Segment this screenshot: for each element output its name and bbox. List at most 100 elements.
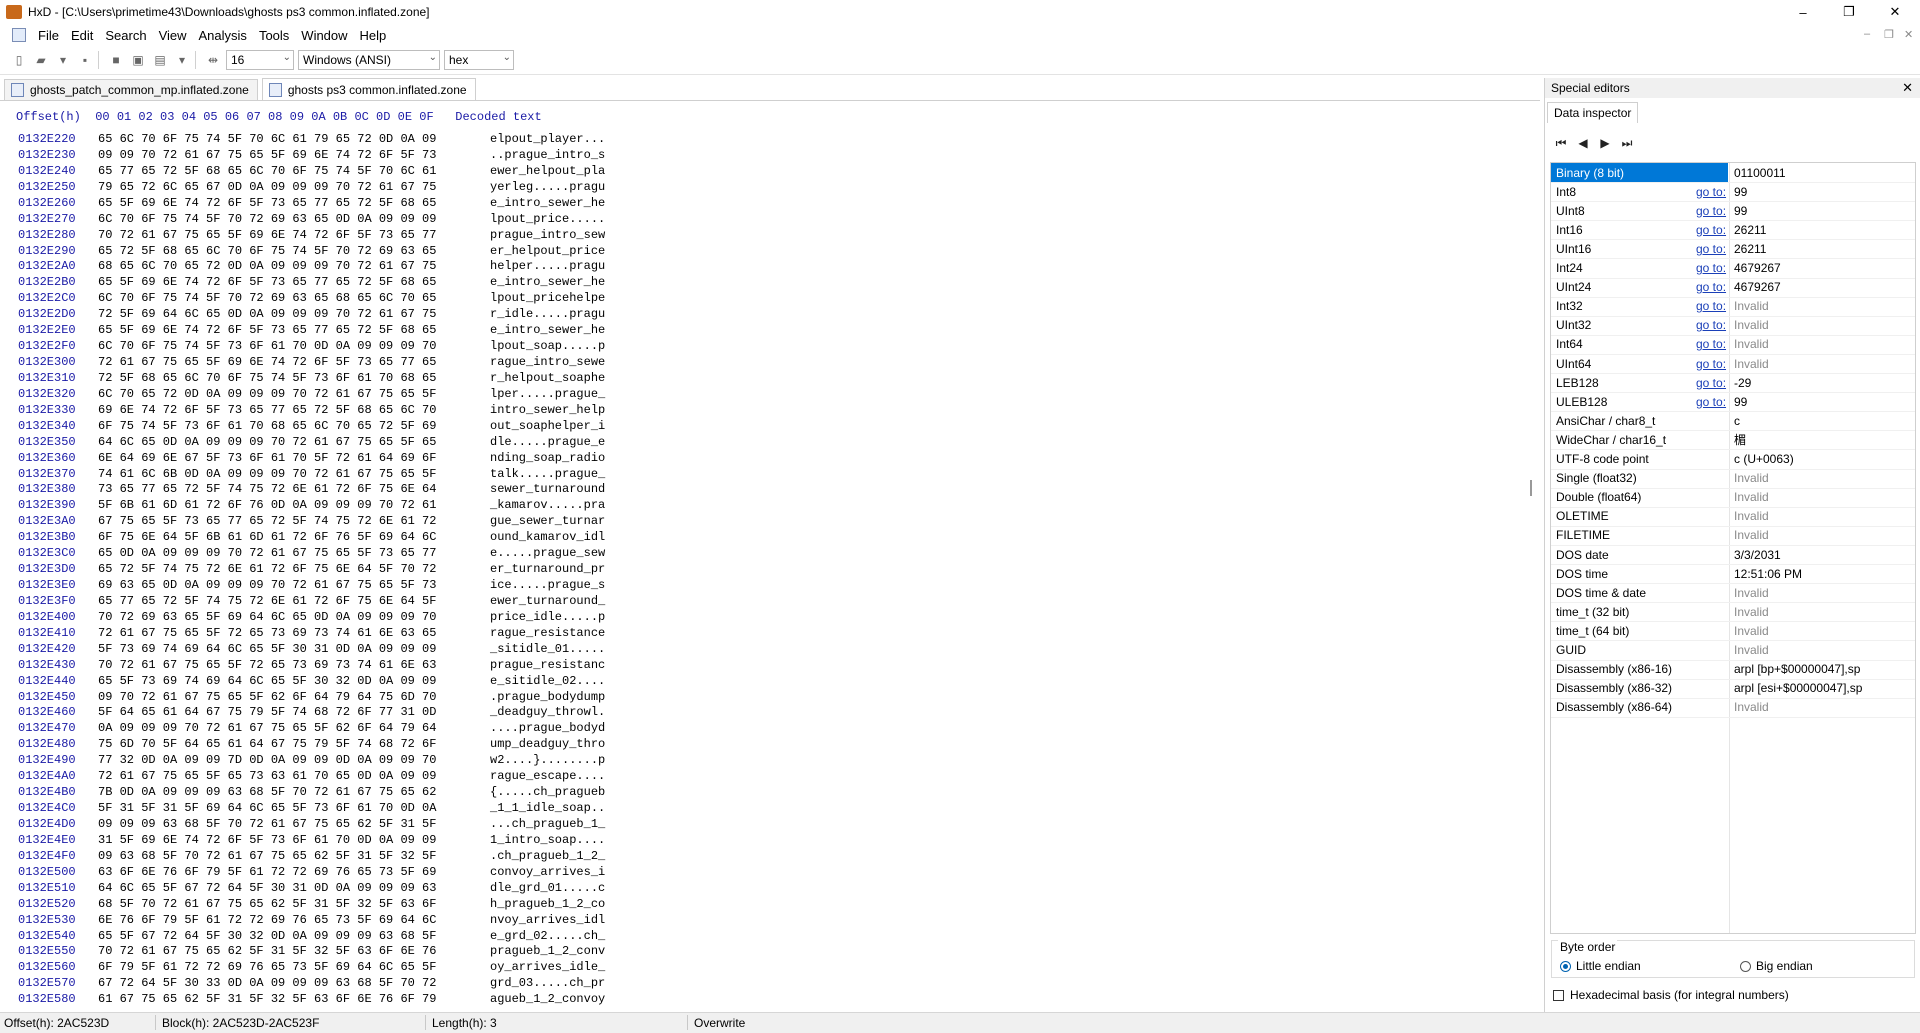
row-bytes[interactable]: 09 70 72 61 67 75 65 5F 62 6F 64 79 64 7…: [98, 690, 436, 704]
document-icon[interactable]: [12, 28, 26, 42]
inspector-row[interactable]: AnsiChar / char8_t c: [1551, 411, 1915, 432]
inspector-value[interactable]: c (U+0063): [1734, 452, 1794, 466]
mdi-minimize-icon[interactable]: –: [1864, 28, 1870, 40]
menu-help[interactable]: Help: [354, 28, 393, 43]
goto-link[interactable]: go to:: [1696, 280, 1726, 294]
menu-window[interactable]: Window: [295, 28, 353, 43]
row-bytes[interactable]: 70 72 61 67 75 65 5F 72 65 73 69 73 74 6…: [98, 658, 436, 672]
menu-edit[interactable]: Edit: [65, 28, 99, 43]
row-decoded-text[interactable]: lpout_pricehelpe: [490, 291, 605, 305]
row-decoded-text[interactable]: nding_soap_radio: [490, 451, 605, 465]
row-bytes[interactable]: 09 63 68 5F 70 72 61 67 75 65 62 5F 31 5…: [98, 849, 436, 863]
row-bytes[interactable]: 75 6D 70 5F 64 65 61 64 67 75 79 5F 74 6…: [98, 737, 436, 751]
row-decoded-text[interactable]: 1_intro_soap....: [490, 833, 605, 847]
row-decoded-text[interactable]: _sitidle_01.....: [490, 642, 605, 656]
goto-link[interactable]: go to:: [1696, 376, 1726, 390]
inspector-row[interactable]: DOS time 12:51:06 PM: [1551, 564, 1915, 585]
panel-close-icon[interactable]: ✕: [1902, 80, 1913, 96]
row-bytes[interactable]: 6C 70 65 72 0D 0A 09 09 09 70 72 61 67 7…: [98, 387, 436, 401]
inspector-row[interactable]: Binary (8 bit) 01100011: [1551, 163, 1915, 183]
mdi-restore-icon[interactable]: ❐: [1884, 28, 1894, 41]
open-file-icon[interactable]: ▰: [32, 51, 50, 69]
row-decoded-text[interactable]: rague_resistance: [490, 626, 605, 640]
inspector-value[interactable]: 楣: [1734, 431, 1746, 448]
row-bytes[interactable]: 65 6C 70 6F 75 74 5F 70 6C 61 79 65 72 0…: [98, 132, 436, 146]
row-bytes[interactable]: 72 61 67 75 65 5F 69 6E 74 72 6F 5F 73 6…: [98, 355, 436, 369]
inspector-row[interactable]: FILETIME Invalid: [1551, 526, 1915, 546]
inspector-value[interactable]: Invalid: [1734, 605, 1769, 619]
row-bytes[interactable]: 65 72 5F 68 65 6C 70 6F 75 74 5F 70 72 6…: [98, 244, 436, 258]
row-decoded-text[interactable]: gue_sewer_turnar: [490, 514, 605, 528]
row-bytes[interactable]: 5F 31 5F 31 5F 69 64 6C 65 5F 73 6F 61 7…: [98, 801, 436, 815]
inspector-row[interactable]: ULEB128 go to: 99: [1551, 392, 1915, 413]
row-decoded-text[interactable]: _1_1_idle_soap..: [490, 801, 605, 815]
row-bytes[interactable]: 09 09 09 63 68 5F 70 72 61 67 75 65 62 5…: [98, 817, 436, 831]
next-icon[interactable]: ▶: [1595, 134, 1615, 152]
inspector-row[interactable]: Disassembly (x86-32) arpl [esi+$00000047]…: [1551, 679, 1915, 699]
row-decoded-text[interactable]: nvoy_arrives_idl: [490, 913, 605, 927]
inspector-value[interactable]: 26211: [1734, 223, 1766, 237]
row-bytes[interactable]: 65 77 65 72 5F 74 75 72 6E 61 72 6F 75 6…: [98, 594, 436, 608]
inspector-value[interactable]: 01100011: [1734, 166, 1786, 180]
inspector-row[interactable]: WideChar / char16_t 楣: [1551, 430, 1915, 451]
inspector-row[interactable]: Int32 go to: Invalid: [1551, 297, 1915, 317]
row-decoded-text[interactable]: ound_kamarov_idl: [490, 530, 605, 544]
menu-tools[interactable]: Tools: [253, 28, 295, 43]
goto-link[interactable]: go to:: [1696, 204, 1726, 218]
inspector-value[interactable]: arpl [esi+$00000047],sp: [1734, 681, 1862, 695]
close-button[interactable]: ✕: [1872, 0, 1918, 24]
row-bytes[interactable]: 67 72 64 5F 30 33 0D 0A 09 09 09 63 68 5…: [98, 976, 436, 990]
goto-link[interactable]: go to:: [1696, 395, 1726, 409]
inspector-value[interactable]: 3/3/2031: [1734, 548, 1781, 562]
row-decoded-text[interactable]: w2....}........p: [490, 753, 605, 767]
splitter-handle[interactable]: [1530, 480, 1532, 496]
goto-link[interactable]: go to:: [1696, 242, 1726, 256]
inspector-row[interactable]: DOS date 3/3/2031: [1551, 545, 1915, 565]
menu-analysis[interactable]: Analysis: [193, 28, 253, 43]
inspector-value[interactable]: arpl [bp+$00000047],sp: [1734, 662, 1860, 676]
row-decoded-text[interactable]: {.....ch_pragueb: [490, 785, 605, 799]
row-bytes[interactable]: 65 5F 69 6E 74 72 6F 5F 73 65 77 65 72 5…: [98, 275, 436, 289]
goto-link[interactable]: go to:: [1696, 299, 1726, 313]
row-bytes[interactable]: 70 72 61 67 75 65 5F 69 6E 74 72 6F 5F 7…: [98, 228, 436, 242]
row-decoded-text[interactable]: convoy_arrives_i: [490, 865, 605, 879]
row-bytes[interactable]: 72 5F 68 65 6C 70 6F 75 74 5F 73 6F 61 7…: [98, 371, 436, 385]
hex-basis-checkbox[interactable]: Hexadecimal basis (for integral numbers): [1553, 988, 1789, 1002]
inspector-row[interactable]: GUID Invalid: [1551, 641, 1915, 661]
row-bytes[interactable]: 31 5F 69 6E 74 72 6F 5F 73 6F 61 70 0D 0…: [98, 833, 436, 847]
inspector-row[interactable]: time_t (32 bit) Invalid: [1551, 602, 1915, 623]
open-dropdown-icon[interactable]: ▾: [54, 51, 72, 69]
inspector-row[interactable]: Disassembly (x86-64) Invalid: [1551, 698, 1915, 718]
row-bytes[interactable]: 65 72 5F 74 75 72 6E 61 72 6F 75 6E 64 5…: [98, 562, 436, 576]
little-endian-radio[interactable]: Little endian: [1560, 959, 1641, 973]
big-endian-radio[interactable]: Big endian: [1740, 959, 1813, 973]
row-bytes[interactable]: 77 32 0D 0A 09 09 7D 0D 0A 09 09 0D 0A 0…: [98, 753, 436, 767]
row-decoded-text[interactable]: .prague_bodydump: [490, 690, 605, 704]
base-select[interactable]: hex ⌄: [444, 50, 514, 70]
previous-icon[interactable]: ◀: [1573, 134, 1593, 152]
inspector-value[interactable]: Invalid: [1734, 318, 1769, 332]
row-bytes[interactable]: 69 6E 74 72 6F 5F 73 65 77 65 72 5F 68 6…: [98, 403, 436, 417]
row-bytes[interactable]: 6E 64 69 6E 67 5F 73 6F 61 70 5F 72 61 6…: [98, 451, 436, 465]
menu-view[interactable]: View: [153, 28, 193, 43]
row-bytes[interactable]: 67 75 65 5F 73 65 77 65 72 5F 74 75 72 6…: [98, 514, 436, 528]
row-decoded-text[interactable]: ewer_turnaround_: [490, 594, 605, 608]
inspector-value[interactable]: 12:51:06 PM: [1734, 567, 1802, 581]
inspector-row[interactable]: DOS time & date Invalid: [1551, 583, 1915, 604]
data-inspector-grid[interactable]: Binary (8 bit) 01100011 Int8 go to: 99 UInt8 g…: [1550, 162, 1916, 934]
row-decoded-text[interactable]: er_helpout_price: [490, 244, 605, 258]
inspector-value[interactable]: 4679267: [1734, 261, 1781, 275]
row-bytes[interactable]: 65 5F 73 69 74 69 64 6C 65 5F 30 32 0D 0…: [98, 674, 436, 688]
row-bytes[interactable]: 6C 70 6F 75 74 5F 73 6F 61 70 0D 0A 09 0…: [98, 339, 436, 353]
row-decoded-text[interactable]: h_pragueb_1_2_co: [490, 897, 605, 911]
row-bytes[interactable]: 0A 09 09 09 70 72 61 67 75 65 5F 62 6F 6…: [98, 721, 436, 735]
row-decoded-text[interactable]: agueb_1_2_convoy: [490, 992, 605, 1006]
goto-link[interactable]: go to:: [1696, 337, 1726, 351]
new-file-icon[interactable]: ▯: [10, 51, 28, 69]
row-decoded-text[interactable]: e.....prague_sew: [490, 546, 605, 560]
row-decoded-text[interactable]: .ch_pragueb_1_2_: [490, 849, 605, 863]
hex-editor-view[interactable]: Offset(h) 00 01 02 03 04 05 06 07 08 09 …: [0, 104, 1540, 1012]
inspector-value[interactable]: Invalid: [1734, 528, 1769, 542]
inspector-value[interactable]: Invalid: [1734, 624, 1769, 638]
row-bytes[interactable]: 79 65 72 6C 65 67 0D 0A 09 09 09 70 72 6…: [98, 180, 436, 194]
